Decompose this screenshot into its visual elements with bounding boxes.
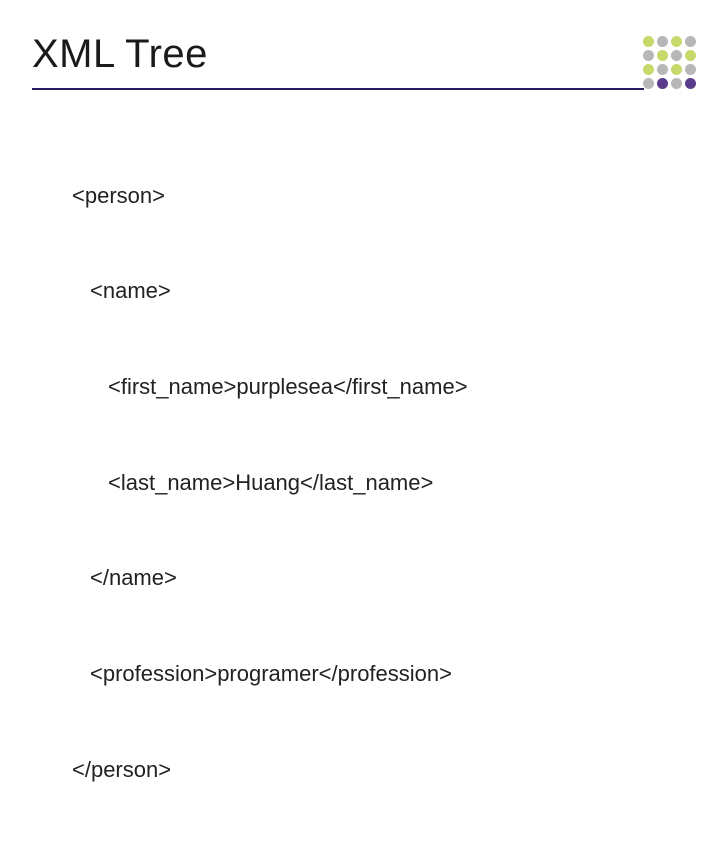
- code-line: </person>: [72, 754, 468, 786]
- dot-icon: [671, 64, 682, 75]
- code-line: <last_name>Huang</last_name>: [72, 467, 468, 499]
- dot-icon: [685, 64, 696, 75]
- dot-icon: [671, 50, 682, 61]
- code-line: </name>: [72, 562, 468, 594]
- dot-icon: [685, 78, 696, 89]
- dot-icon: [643, 78, 654, 89]
- code-line: <first_name>purplesea</first_name>: [72, 371, 468, 403]
- dot-icon: [671, 78, 682, 89]
- code-line: <person>: [72, 180, 468, 212]
- code-line: <name>: [72, 275, 468, 307]
- dot-icon: [671, 36, 682, 47]
- title-underline: [32, 88, 644, 90]
- dot-icon: [657, 78, 668, 89]
- dot-icon: [643, 36, 654, 47]
- dot-icon: [657, 50, 668, 61]
- dot-icon: [657, 36, 668, 47]
- page-title: XML Tree: [32, 32, 208, 77]
- dot-icon: [643, 64, 654, 75]
- dot-icon: [685, 50, 696, 61]
- xml-code-block: <person> <name> <first_name>purplesea</f…: [72, 116, 468, 849]
- slide: XML Tree <person> <name> <first_name>pur…: [0, 0, 720, 540]
- dot-icon: [657, 64, 668, 75]
- code-line: <profession>programer</profession>: [72, 658, 468, 690]
- dot-icon: [685, 36, 696, 47]
- decorative-dot-grid: [643, 36, 696, 89]
- dot-icon: [643, 50, 654, 61]
